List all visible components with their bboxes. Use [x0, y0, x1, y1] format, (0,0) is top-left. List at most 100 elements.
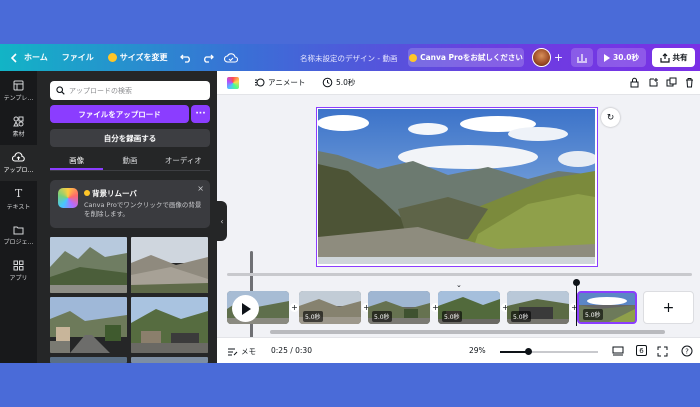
crown-icon — [84, 190, 90, 196]
rail-item-uploads[interactable]: アップロ… — [0, 145, 37, 181]
notes-button[interactable]: メモ — [227, 346, 256, 357]
rail-item-text[interactable]: T テキスト — [0, 181, 37, 217]
timeline-clip-selected[interactable]: 5.0秒 — [577, 291, 637, 324]
upload-more-button[interactable]: ··· — [191, 105, 210, 123]
more-options-icon: ··· — [195, 109, 206, 119]
collapse-panel-button[interactable]: ‹ — [217, 201, 227, 241]
page-view-icon[interactable] — [612, 346, 624, 356]
add-page-icon[interactable] — [648, 77, 659, 88]
chevron-left-icon — [7, 51, 21, 65]
page-count-button[interactable]: 6 — [636, 345, 647, 356]
add-collaborator-button[interactable]: + — [552, 51, 565, 64]
resize-button[interactable]: サイズを変更 — [101, 44, 175, 71]
media-tabs: 画像 動画 オーディオ — [50, 154, 210, 170]
apps-icon — [13, 260, 24, 271]
design-canvas[interactable] — [316, 107, 598, 267]
rocky-hills-photo — [131, 237, 208, 293]
lock-icon[interactable] — [629, 77, 640, 88]
try-pro-label: Canva Proをお試しください — [420, 53, 523, 62]
time-display: 0:25 / 0:30 — [271, 346, 312, 355]
clip-duration: 5.0秒 — [442, 311, 462, 322]
tab-videos[interactable]: 動画 — [103, 154, 156, 170]
play-button[interactable]: 30.0秒 — [597, 48, 646, 67]
home-button[interactable]: ホーム — [0, 44, 55, 71]
canva-editor-window: ホーム ファイル サイズを変更 名称未設定のデザイン - 動画 Canva Pr… — [0, 44, 700, 363]
clip-duration: 5.0秒 — [511, 311, 531, 322]
canvas-scrollbar[interactable] — [227, 273, 692, 276]
side-rail: テンプレ… 素材 アップロ… T テキスト プロジェ… アプリ — [0, 71, 37, 363]
zoom-percent[interactable]: 29% — [469, 346, 486, 355]
file-label: ファイル — [61, 53, 94, 62]
upload-label: ファイルをアップロード — [78, 109, 161, 119]
rail-label: プロジェ… — [3, 238, 34, 246]
play-icon — [603, 53, 610, 62]
rail-item-templates[interactable]: テンプレ… — [0, 73, 37, 109]
tab-images[interactable]: 画像 — [50, 154, 104, 170]
record-yourself-button[interactable]: 自分を録画する — [50, 129, 210, 147]
close-icon[interactable]: × — [197, 184, 204, 193]
upload-thumbnail[interactable] — [131, 357, 208, 363]
rail-label: テキスト — [6, 204, 31, 211]
document-title[interactable]: 名称未設定のデザイン - 動画 — [300, 53, 397, 64]
rail-item-apps[interactable]: アプリ — [0, 253, 37, 289]
chevron-down-icon[interactable]: ⌄ — [456, 281, 462, 289]
animate-label: アニメート — [268, 78, 306, 87]
rail-label: アップロ… — [3, 167, 34, 174]
timeline-clip[interactable]: 5.0秒 — [299, 291, 361, 324]
zoom-slider-handle[interactable] — [525, 348, 532, 355]
rail-item-elements[interactable]: 素材 — [0, 109, 37, 145]
upload-thumbnail[interactable] — [50, 297, 127, 353]
add-page-button[interactable]: + — [643, 291, 694, 324]
share-button[interactable]: 共有 — [652, 48, 695, 67]
insights-button[interactable] — [571, 48, 593, 67]
timeline-scrollbar[interactable] — [270, 330, 665, 334]
home-label: ホーム — [24, 53, 48, 62]
rail-label: テンプレ… — [3, 95, 34, 102]
zoom-label: 29% — [469, 346, 486, 355]
add-transition-button[interactable]: + — [290, 303, 299, 312]
play-icon — [242, 302, 251, 315]
timeline-clip[interactable]: 5.0秒 — [368, 291, 430, 324]
upload-files-button[interactable]: ファイルをアップロード — [50, 105, 189, 123]
tab-divider — [50, 170, 210, 171]
redo-button[interactable] — [197, 44, 219, 71]
undo-icon — [179, 54, 190, 63]
background-remover-promo: 背景リムーバ Canva Proでワンクリックで画像の背景を削除します。 × — [50, 180, 210, 228]
cloud-save-button[interactable] — [219, 44, 243, 71]
upload-thumbnail[interactable] — [131, 237, 208, 293]
text-icon: T — [14, 187, 23, 200]
upload-thumbnail[interactable] — [131, 297, 208, 353]
avatar[interactable] — [532, 48, 551, 67]
duplicate-icon[interactable] — [666, 77, 677, 88]
promo-description: Canva Proでワンクリックで画像の背景を削除します。 — [84, 201, 202, 218]
animate-button[interactable]: アニメート — [254, 77, 305, 88]
help-icon[interactable]: ? — [681, 345, 693, 357]
playhead-handle[interactable] — [573, 279, 580, 286]
upload-thumbnail[interactable] — [50, 357, 127, 363]
page-count: 6 — [639, 346, 644, 355]
duration-button[interactable]: 5.0秒 — [322, 77, 355, 88]
timeline-play-button[interactable] — [232, 295, 259, 322]
promo-title-text: 背景リムーバ — [92, 189, 137, 198]
try-canva-pro-button[interactable]: Canva Proをお試しください — [408, 48, 524, 67]
rail-item-projects[interactable]: プロジェ… — [0, 217, 37, 253]
color-picker-icon[interactable] — [227, 77, 239, 89]
photo-strip — [131, 357, 208, 363]
street-photo — [50, 297, 127, 353]
timeline-clip[interactable]: 5.0秒 — [507, 291, 569, 324]
elements-icon — [13, 116, 24, 127]
tab-audio[interactable]: オーディオ — [157, 154, 210, 170]
file-menu-button[interactable]: ファイル — [55, 44, 101, 71]
regenerate-button[interactable]: ↻ — [601, 108, 620, 127]
upload-thumbnail[interactable] — [50, 237, 127, 293]
timeline-clip[interactable]: 5.0秒 — [438, 291, 500, 324]
fullscreen-icon[interactable] — [657, 346, 668, 357]
clip-duration: 5.0秒 — [303, 311, 323, 322]
search-input[interactable]: アップロードの検索 — [50, 81, 210, 100]
undo-button[interactable] — [175, 44, 197, 71]
upload-cloud-icon — [12, 152, 25, 162]
timeline-clip[interactable] — [227, 291, 289, 324]
trash-icon[interactable] — [684, 77, 695, 88]
playhead[interactable] — [576, 282, 577, 326]
duration-label: 5.0秒 — [336, 78, 356, 87]
